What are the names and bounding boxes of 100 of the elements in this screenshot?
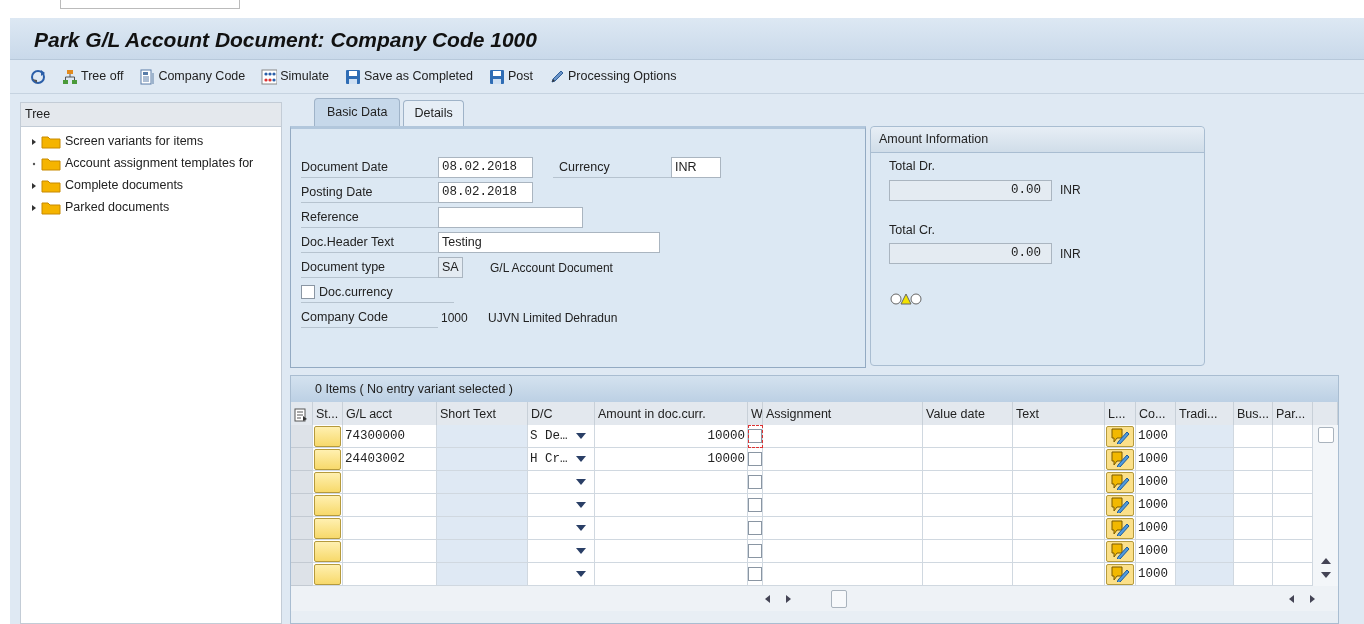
folder-icon	[41, 156, 61, 171]
status-button[interactable]	[314, 494, 341, 516]
table-cell	[1234, 494, 1273, 517]
pencil-icon	[549, 68, 565, 85]
currency-label: INR	[1060, 245, 1081, 263]
simulation-icon	[261, 68, 278, 85]
table-cell: 1000	[1136, 540, 1176, 563]
note-button[interactable]	[1106, 448, 1134, 470]
input-field[interactable]: INR	[671, 157, 721, 178]
scrollbar-thumb[interactable]	[1317, 427, 1334, 443]
table-title: 0 Items ( No entry variant selected )	[315, 382, 513, 396]
input-field[interactable]: 08.02.2018	[438, 157, 533, 178]
column-header: Par...	[1273, 402, 1313, 425]
table-cell: 1000	[1136, 494, 1176, 517]
table-cell	[1234, 471, 1273, 494]
note-button[interactable]	[1106, 471, 1134, 493]
table-cell: 1000	[1136, 471, 1176, 494]
table-cell	[1234, 563, 1273, 586]
table-cell: 74300000	[343, 425, 437, 448]
column-header: Tradi...	[1176, 402, 1234, 425]
scroll-down-icon[interactable]	[1320, 572, 1331, 578]
expand-arrow-icon[interactable]	[31, 203, 37, 212]
dropdown-caret-icon[interactable]	[576, 502, 586, 508]
column-header: St...	[313, 402, 343, 425]
note-button[interactable]	[1106, 425, 1134, 447]
table-cell	[1176, 471, 1234, 494]
table-settings-icon[interactable]	[294, 407, 308, 422]
status-button[interactable]	[314, 563, 341, 585]
field-label: Total Dr.	[889, 157, 936, 175]
dropdown-caret-icon[interactable]	[576, 433, 586, 439]
tree-item[interactable]: Account assignment templates for	[65, 154, 254, 174]
note-button[interactable]	[1106, 563, 1134, 585]
table-cell	[1176, 563, 1234, 586]
note-pencil-icon	[1110, 543, 1130, 559]
status-button[interactable]	[314, 448, 341, 470]
input-field[interactable]: 08.02.2018	[438, 182, 533, 203]
dropdown-caret-icon[interactable]	[576, 456, 586, 462]
tree-header: Tree	[21, 103, 281, 127]
toolbar-button[interactable]: Simulate	[255, 65, 335, 88]
readonly-field: 0.00	[889, 179, 1052, 201]
expand-arrow-icon[interactable]	[31, 137, 37, 146]
checkbox[interactable]	[748, 429, 762, 443]
field-description: G/L Account Document	[490, 259, 613, 277]
table-cell	[1234, 448, 1273, 471]
toolbar-button[interactable]: Tree off	[56, 65, 130, 88]
column-header: Co...	[1136, 402, 1176, 425]
column-header: Value date	[923, 402, 1013, 425]
checkbox[interactable]	[301, 285, 315, 299]
note-button[interactable]	[1106, 540, 1134, 562]
note-button[interactable]	[1106, 517, 1134, 539]
scroll-left-icon[interactable]	[1287, 593, 1297, 604]
window-title: Park G/L Account Document: Company Code 1000	[34, 28, 537, 51]
column-header: D/C	[528, 402, 595, 425]
input-field[interactable]	[438, 207, 583, 228]
scroll-up-icon[interactable]	[1320, 558, 1331, 564]
status-button[interactable]	[314, 540, 341, 562]
post-button[interactable]: Post	[483, 65, 539, 88]
checkbox[interactable]	[748, 498, 762, 512]
scrollbar-thumb[interactable]	[831, 589, 847, 608]
dropdown-caret-icon[interactable]	[576, 548, 586, 554]
panel-title: Amount Information	[871, 127, 1204, 153]
tree-item[interactable]: Complete documents	[65, 176, 184, 196]
tab[interactable]: Basic Data	[314, 98, 401, 126]
save-icon	[344, 68, 361, 85]
status-button[interactable]	[314, 425, 341, 447]
dropdown-caret-icon[interactable]	[576, 525, 586, 531]
table-cell	[1176, 540, 1234, 563]
table-cell: 24403002	[343, 448, 437, 471]
scroll-right-icon[interactable]	[783, 593, 793, 604]
toolbar-button[interactable]: Processing Options	[543, 65, 683, 88]
input-field[interactable]: Testing	[438, 232, 660, 253]
readonly-field: SA	[438, 257, 463, 278]
scroll-right-icon[interactable]	[1307, 593, 1317, 604]
table-cell	[1234, 425, 1273, 448]
hierarchy-icon	[62, 68, 78, 85]
checkbox[interactable]	[748, 475, 762, 489]
note-pencil-icon	[1110, 520, 1130, 536]
checkbox[interactable]	[748, 567, 762, 581]
table-cell	[1234, 517, 1273, 540]
dropdown-caret-icon[interactable]	[576, 571, 586, 577]
toolbar-button[interactable]: Save as Completed	[338, 65, 479, 88]
table-cell	[1176, 425, 1234, 448]
scroll-left-icon[interactable]	[763, 593, 773, 604]
tab[interactable]: Details	[403, 100, 464, 126]
checkbox[interactable]	[748, 544, 762, 558]
checkbox[interactable]	[748, 521, 762, 535]
table-cell	[1176, 448, 1234, 471]
status-button[interactable]	[314, 517, 341, 539]
column-header: Text	[1013, 402, 1105, 425]
toolbar-button[interactable]: Company Code	[133, 65, 252, 88]
dropdown-caret-icon[interactable]	[576, 479, 586, 485]
tree-item[interactable]: Screen variants for items	[65, 132, 204, 152]
folder-icon	[41, 178, 61, 193]
expand-arrow-icon[interactable]	[31, 181, 37, 190]
tree-item[interactable]: Parked documents	[65, 198, 170, 218]
table-cell: 1000	[1136, 425, 1176, 448]
folder-icon	[41, 200, 61, 215]
status-button[interactable]	[314, 471, 341, 493]
checkbox[interactable]	[748, 452, 762, 466]
note-button[interactable]	[1106, 494, 1134, 516]
